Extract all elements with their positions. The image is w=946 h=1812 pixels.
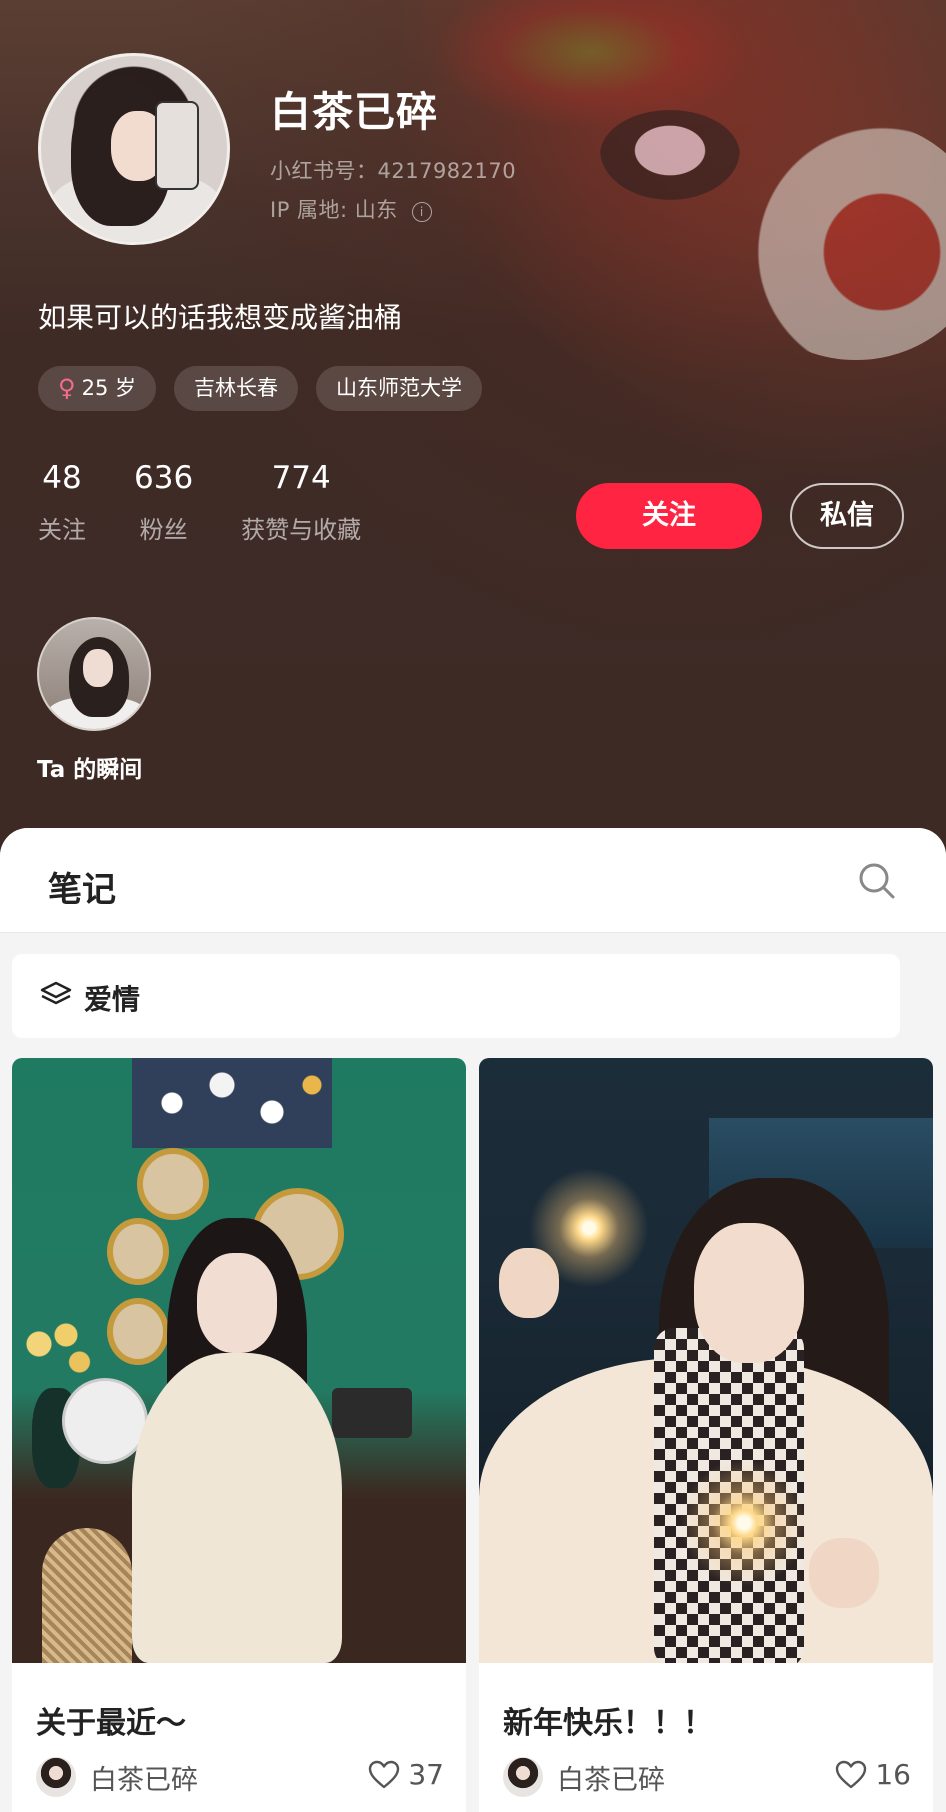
stat-likes-value: 774 xyxy=(271,460,331,496)
info-icon[interactable]: i xyxy=(411,202,432,222)
note-author[interactable]: 白茶已碎 xyxy=(36,1755,198,1799)
stat-following-value: 48 xyxy=(42,460,82,496)
heart-icon xyxy=(369,1760,400,1788)
tag-school-label: 山东师范大学 xyxy=(335,376,462,400)
tab-notes[interactable]: 笔记 xyxy=(48,862,116,911)
note-title: 关于最近～ xyxy=(36,1706,186,1741)
background-bowl xyxy=(600,110,740,200)
notes-panel: 笔记 爱情 关于最近～ 白茶已碎 37 新年快乐！！！ 白茶已碎 16 xyxy=(0,828,946,1812)
ip-location: IP 属地: 山东 i xyxy=(270,194,432,224)
follow-button[interactable]: 关注 xyxy=(576,483,762,549)
note-card[interactable]: 新年快乐！！！ 白茶已碎 16 xyxy=(479,1058,933,1812)
tag-school: 山东师范大学 xyxy=(315,366,482,411)
bio: 如果可以的话我想变成酱油桶 xyxy=(38,301,403,334)
note-cover-image[interactable] xyxy=(479,1058,933,1663)
note-card[interactable]: 关于最近～ 白茶已碎 37 xyxy=(12,1058,466,1812)
tag-location: 吉林长春 xyxy=(173,366,298,411)
note-title: 新年快乐！！！ xyxy=(503,1706,713,1741)
stat-likes-collects[interactable]: 774 获赞与收藏 xyxy=(241,460,361,545)
ip-location-text: IP 属地: 山东 xyxy=(270,198,398,222)
like-button[interactable]: 37 xyxy=(368,1758,444,1791)
moments-avatar[interactable] xyxy=(37,617,151,731)
stat-fans-value: 636 xyxy=(134,460,194,496)
note-cover-image[interactable] xyxy=(12,1058,466,1663)
moments-label[interactable]: Ta 的瞬间 xyxy=(37,750,142,784)
heart-icon xyxy=(836,1760,867,1788)
username: 白茶已碎 xyxy=(270,88,438,136)
search-icon[interactable] xyxy=(856,860,896,900)
avatar[interactable] xyxy=(38,53,230,245)
layers-icon xyxy=(40,981,72,1005)
author-avatar xyxy=(36,1757,76,1797)
tag-age: ♀ 25 岁 xyxy=(38,366,156,411)
account-id: 小红书号：4217982170 xyxy=(270,159,517,183)
profile-tags: ♀ 25 岁 吉林长春 山东师范大学 xyxy=(38,366,482,411)
stat-following-label: 关注 xyxy=(38,516,86,544)
author-name: 白茶已碎 xyxy=(557,1764,665,1796)
stat-likes-label: 获赞与收藏 xyxy=(241,516,362,544)
background-plate xyxy=(726,120,946,360)
profile-header: 白茶已碎 小红书号：4217982170 IP 属地: 山东 i 如果可以的话我想… xyxy=(0,0,946,840)
filter-label: 爱情 xyxy=(84,983,141,1016)
like-count: 37 xyxy=(408,1758,444,1791)
background-food xyxy=(430,0,750,130)
note-author[interactable]: 白茶已碎 xyxy=(503,1755,665,1799)
stat-fans-label: 粉丝 xyxy=(139,516,188,544)
like-button[interactable]: 16 xyxy=(835,1758,911,1791)
author-name: 白茶已碎 xyxy=(90,1764,198,1796)
tag-location-label: 吉林长春 xyxy=(193,376,278,400)
female-icon: ♀ xyxy=(58,374,76,402)
notes-header: 笔记 xyxy=(0,828,946,933)
collection-filter[interactable]: 爱情 xyxy=(12,954,900,1038)
stat-following[interactable]: 48 关注 xyxy=(38,460,86,545)
profile-stats: 48 关注 636 粉丝 774 获赞与收藏 xyxy=(38,460,409,545)
tag-age-label: 25 岁 xyxy=(81,376,136,400)
message-button[interactable]: 私信 xyxy=(790,483,904,549)
author-avatar xyxy=(503,1757,543,1797)
stat-fans[interactable]: 636 粉丝 xyxy=(134,460,193,545)
like-count: 16 xyxy=(875,1758,911,1791)
